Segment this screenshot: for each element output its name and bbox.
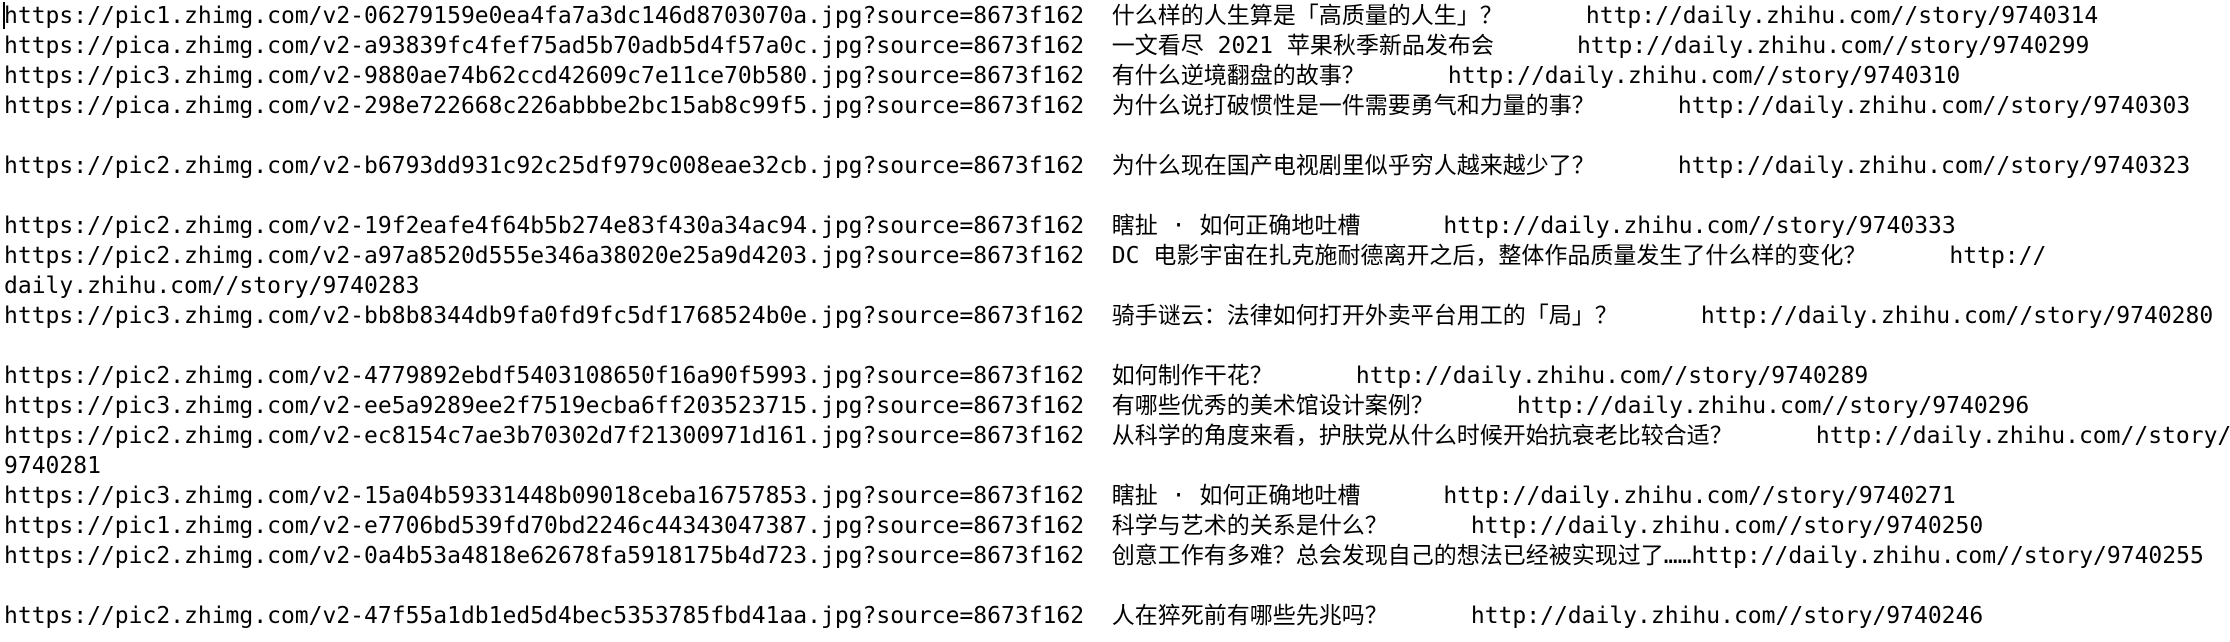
text-line: https://pic3.zhimg.com/v2-bb8b8344db9fa0…: [4, 303, 2214, 329]
text-line: https://pic1.zhimg.com/v2-e7706bd539fd70…: [4, 513, 1984, 539]
text-line: https://pic2.zhimg.com/v2-19f2eafe4f64b5…: [4, 213, 1956, 239]
text-editor-area[interactable]: https://pic1.zhimg.com/v2-06279159e0ea4f…: [0, 0, 2230, 642]
text-line: https://pic2.zhimg.com/v2-a97a8520d555e3…: [4, 243, 2047, 269]
text-line: 9740281: [4, 453, 101, 479]
text-line: https://pic2.zhimg.com/v2-4779892ebdf540…: [4, 363, 1869, 389]
text-line: https://pic3.zhimg.com/v2-9880ae74b62ccd…: [4, 63, 1961, 89]
text-line: https://pic2.zhimg.com/v2-0a4b53a4818e62…: [4, 543, 2204, 569]
text-line: https://pica.zhimg.com/v2-a93839fc4fef75…: [4, 33, 2090, 59]
text-line: https://pic3.zhimg.com/v2-15a04b59331448…: [4, 483, 1956, 509]
text-line: https://pic2.zhimg.com/v2-b6793dd931c92c…: [4, 153, 2191, 179]
text-line: https://pic3.zhimg.com/v2-ee5a9289ee2f75…: [4, 393, 2030, 419]
text-line: https://pic2.zhimg.com/v2-47f55a1db1ed5d…: [4, 603, 1984, 629]
text-line: https://pic2.zhimg.com/v2-ec8154c7ae3b70…: [4, 423, 2230, 449]
text-line: https://pica.zhimg.com/v2-298e722668c226…: [4, 93, 2191, 119]
text-line: daily.zhihu.com//story/9740283: [4, 273, 420, 299]
text-line: https://pic1.zhimg.com/v2-06279159e0ea4f…: [4, 3, 2099, 29]
